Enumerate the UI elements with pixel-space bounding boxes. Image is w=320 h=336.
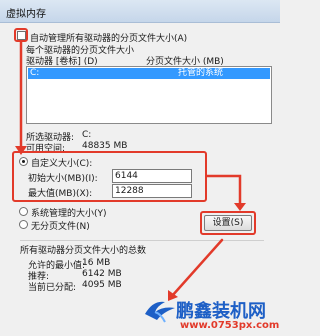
annotation-arrows [15,40,246,301]
arrow-2-head [234,203,246,211]
arrow-1-head [15,146,27,155]
watermark-bird-logo [145,301,175,323]
arrow-3-line [170,238,224,298]
arrow-2-line [205,174,242,207]
watermark-url: www.0753px.com [180,320,280,331]
